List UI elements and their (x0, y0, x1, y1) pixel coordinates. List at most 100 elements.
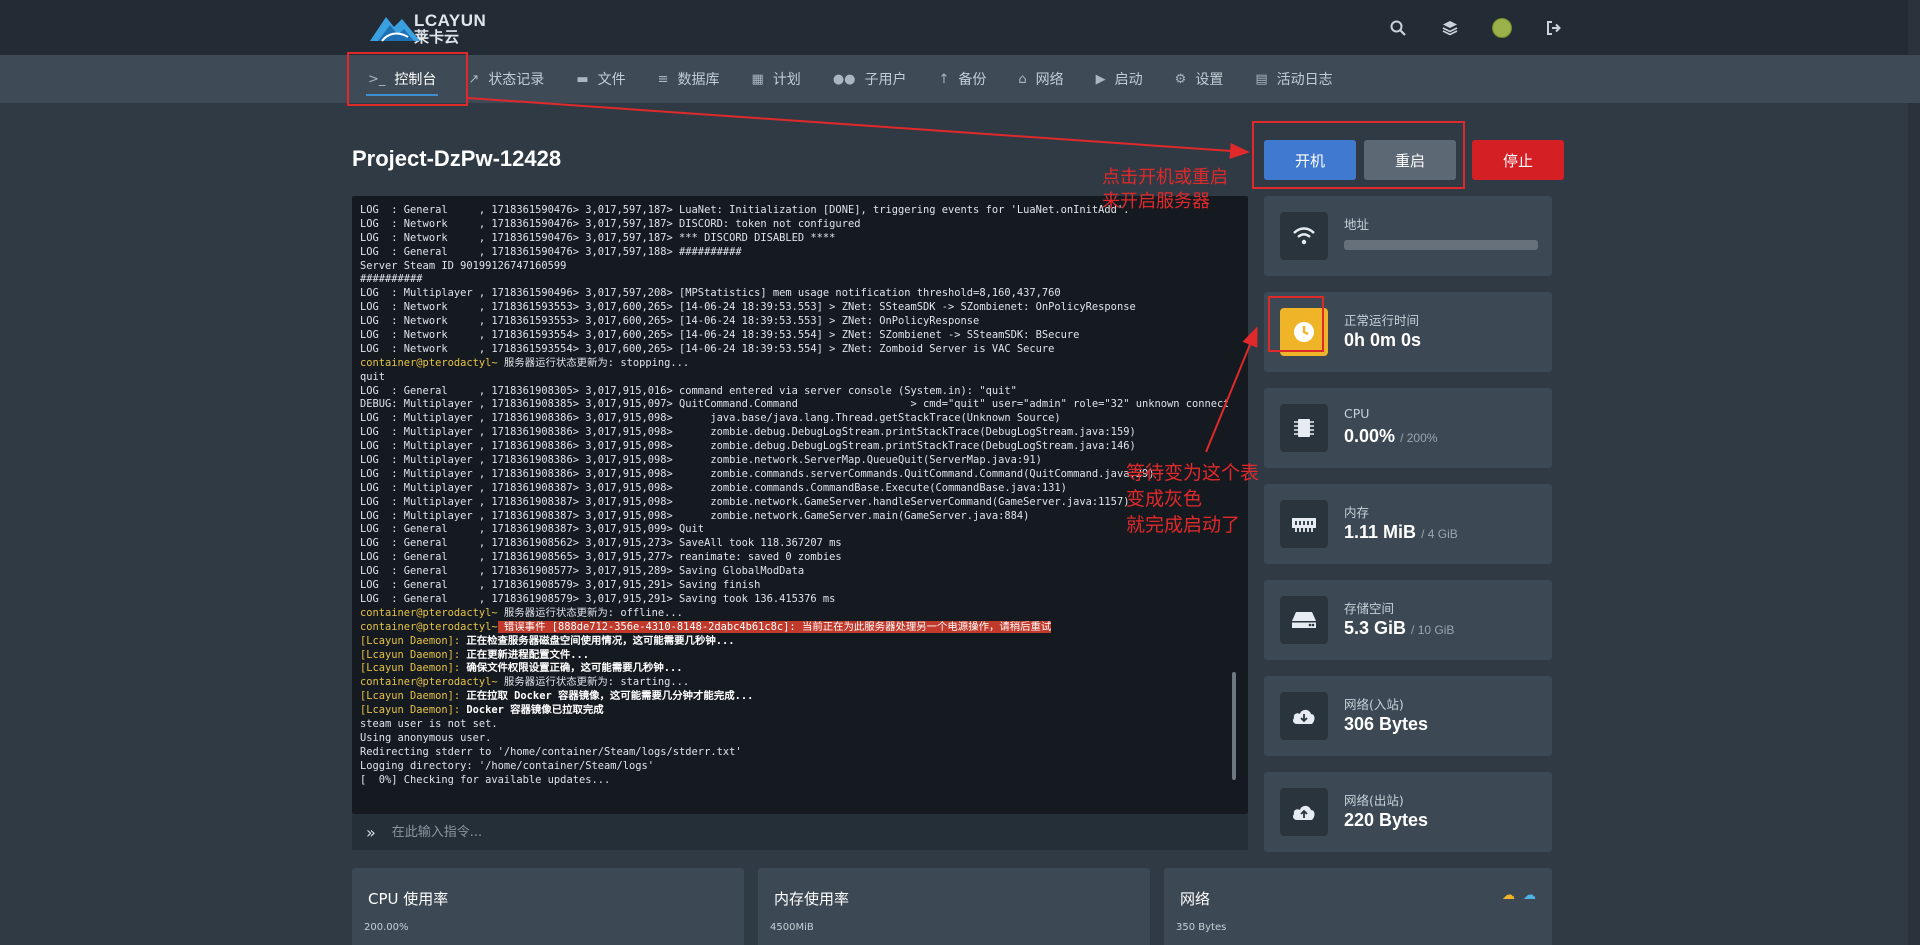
power-buttons-highlight-box (1252, 121, 1465, 189)
console-line: LOG : Network , 1718361593554> 3,017,600… (360, 329, 1080, 342)
cloud-download-icon (1280, 692, 1328, 740)
tab-label: 数据库 (677, 72, 720, 88)
play-icon: ▶ (1095, 71, 1106, 87)
book-icon: ▤ (1255, 71, 1268, 87)
cpu-usage-graph: CPU 使用率 200.00% (352, 868, 744, 945)
wait-hint-line3: 就完成启动了 (1126, 514, 1241, 536)
tab-status-log[interactable]: ↗ 状态记录 (452, 55, 560, 103)
console-line: Server Steam ID 90199126747160599 (360, 259, 567, 272)
console-line: LOG : General , 1718361908387> 3,017,915… (360, 523, 705, 536)
disk-limit: / 10 GiB (1411, 623, 1455, 637)
console-line: LOG : Multiplayer , 1718361908386> 3,017… (360, 426, 1136, 439)
memory-label: 内存 (1344, 505, 1370, 520)
chevron-right-icon: » (366, 822, 376, 842)
console-line: [Lcayun Daemon]: Docker 容器镜像已拉取完成 (360, 704, 604, 717)
card-network-in: 网络(入站) 306 Bytes (1264, 676, 1552, 756)
console-output: LOG : General , 1718361590476> 3,017,597… (360, 204, 1228, 796)
tab-backup[interactable]: ↑ 备份 (923, 55, 1003, 103)
wait-hint-line1: 等待变为这个表 (1126, 462, 1260, 484)
net-in-value: 306 Bytes (1344, 714, 1429, 734)
power-hint-line1: 点击开机或重启 (1102, 167, 1228, 188)
database-icon: ≡ (657, 71, 669, 87)
tab-console[interactable]: >_ 控制台 (352, 55, 452, 103)
console-line: LOG : General , 1718361908562> 3,017,915… (360, 537, 842, 550)
upload-icon: ↑ (938, 71, 950, 87)
user-avatar[interactable] (1476, 0, 1528, 55)
network-icon: ⌂ (1018, 71, 1027, 87)
tab-subusers[interactable]: ●● 子用户 (817, 55, 923, 103)
console-line: LOG : Network , 1718361593553> 3,017,600… (360, 301, 1136, 314)
stop-button[interactable]: 停止 (1472, 140, 1564, 180)
console-line: LOG : Network , 1718361590476> 3,017,597… (360, 217, 861, 230)
memory-graph-title: 内存使用率 (774, 890, 850, 908)
gears-icon: ⚙ (1174, 71, 1187, 87)
tab-label: 文件 (597, 72, 626, 88)
wait-hint-annotation: 等待变为这个表 变成灰色 就完成启动了 (1126, 460, 1259, 538)
cpu-icon (1280, 404, 1328, 452)
tab-network[interactable]: ⌂ 网络 (1002, 55, 1079, 103)
console-line: LOG : General , 1718361908305> 3,017,915… (360, 384, 1017, 397)
wait-hint-line2: 变成灰色 (1126, 488, 1203, 510)
console-line: Logging directory: '/home/container/Stea… (360, 759, 655, 772)
address-label: 地址 (1344, 217, 1370, 232)
server-console[interactable]: LOG : General , 1718361590476> 3,017,597… (352, 196, 1248, 814)
avatar (1492, 17, 1512, 38)
console-line: Using anonymous user. (360, 731, 492, 744)
logout-icon[interactable] (1528, 0, 1580, 55)
console-line: LOG : General , 1718361590476> 3,017,597… (360, 245, 742, 258)
logo-mountain-icon (370, 17, 420, 42)
tab-label: 启动 (1114, 72, 1143, 88)
tab-label: 子用户 (864, 72, 907, 88)
memory-limit: / 4 GiB (1421, 527, 1458, 541)
console-line: LOG : General , 1718361908577> 3,017,915… (360, 565, 805, 578)
memory-icon (1280, 500, 1328, 548)
console-line: [Lcayun Daemon]: 正在更新进程配置文件... (360, 648, 590, 661)
page-scrollbar[interactable] (1908, 0, 1920, 945)
net-in-label: 网络(入站) (1344, 697, 1404, 712)
search-icon[interactable] (1372, 0, 1424, 55)
network-graph: 网络 350 Bytes ☁ ☁ (1164, 868, 1552, 945)
brand-name-cn: 莱卡云 (414, 27, 460, 46)
uptime-icon-highlight-box (1268, 296, 1324, 352)
uptime-value: 0h 0m 0s (1344, 330, 1422, 350)
command-input[interactable] (389, 823, 1194, 841)
cpu-label: CPU (1344, 406, 1370, 421)
console-line: steam user is not set. (360, 717, 498, 730)
cpu-limit: / 200% (1400, 431, 1438, 445)
tab-schedule[interactable]: ▦ 计划 (736, 55, 817, 103)
console-command-bar: » (352, 814, 1248, 850)
tab-label: 设置 (1195, 72, 1224, 88)
tab-label: 状态记录 (488, 72, 545, 88)
disk-value: 5.3 GiB (1344, 618, 1407, 638)
console-scrollbar[interactable] (1232, 672, 1236, 780)
chart-icon: ↗ (468, 71, 480, 87)
console-line: LOG : Multiplayer , 1718361908386> 3,017… (360, 440, 1136, 453)
card-memory: 内存 1.11 MiB / 4 GiB (1264, 484, 1552, 564)
tab-startup[interactable]: ▶ 启动 (1080, 55, 1159, 103)
console-line: LOG : Multiplayer , 1718361908387> 3,017… (360, 495, 1130, 508)
tab-files[interactable]: ▬ 文件 (560, 55, 641, 103)
cpu-graph-max: 200.00% (364, 922, 409, 933)
brand-logo[interactable]: LCAYUN 莱卡云 (368, 9, 486, 47)
net-out-label: 网络(出站) (1344, 793, 1404, 808)
cpu-value-line: 0.00% / 200% (1344, 426, 1437, 447)
calendar-icon: ▦ (751, 71, 764, 87)
top-header: LCAYUN 莱卡云 (0, 0, 1920, 55)
tab-activity-log[interactable]: ▤ 活动日志 (1239, 55, 1348, 103)
cloud-download-legend-icon: ☁ (1502, 888, 1515, 903)
console-line: container@pterodactyl~ 服务器运行状态更新为: stopp… (360, 356, 690, 369)
tab-label: 计划 (772, 72, 801, 88)
cloud-upload-icon (1280, 788, 1328, 836)
tab-settings[interactable]: ⚙ 设置 (1159, 55, 1240, 103)
console-line: ########## (360, 273, 423, 286)
network-graph-max: 350 Bytes (1176, 922, 1227, 933)
layers-icon[interactable] (1424, 0, 1476, 55)
tab-database[interactable]: ≡ 数据库 (642, 55, 736, 103)
console-line: [Lcayun Daemon]: 正在拉取 Docker 容器镜像，这可能需要几… (360, 690, 754, 703)
nav-bar: >_ 控制台 ↗ 状态记录 ▬ 文件 ≡ 数据库 ▦ 计划 ●● 子用户 ↑ 备份 ⌂ 网络 ▶… (0, 55, 1920, 103)
disk-label: 存储空间 (1344, 601, 1395, 616)
memory-value: 1.11 MiB (1344, 522, 1417, 542)
cloud-upload-legend-icon: ☁ (1523, 888, 1536, 903)
memory-graph-max: 4500MiB (770, 922, 814, 933)
folder-icon: ▬ (576, 71, 589, 87)
